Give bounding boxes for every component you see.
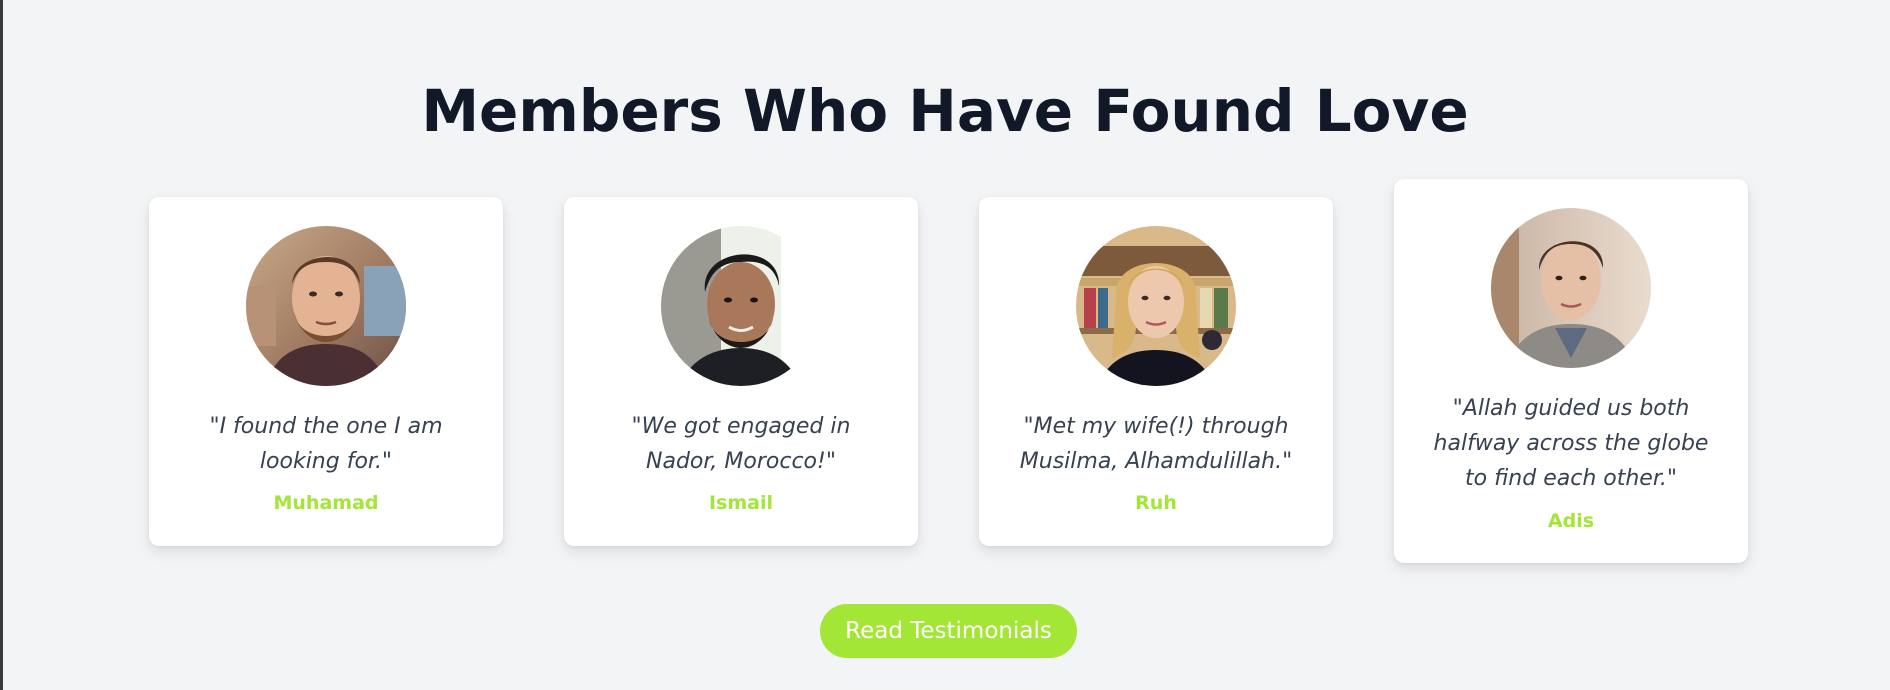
testimonial-author: Ruh [1135, 492, 1177, 514]
testimonial-card: "Allah guided us both halfway across the… [1394, 179, 1748, 563]
avatar [1076, 226, 1236, 386]
read-testimonials-button[interactable]: Read Testimonials [820, 604, 1077, 658]
testimonial-author: Ismail [708, 492, 774, 514]
testimonial-quote: "I found the one I am looking for." [209, 414, 443, 474]
section-title: Members Who Have Found Love [421, 77, 1469, 145]
testimonial-quote: "Allah guided us both halfway across the… [1433, 396, 1709, 491]
testimonial-author: Muhamad [273, 492, 379, 514]
avatar [1491, 208, 1651, 368]
testimonial-author: Adis [1547, 510, 1595, 532]
testimonials-section: Members Who Have Found Love "I found the… [0, 0, 1890, 690]
avatar [246, 226, 406, 386]
testimonial-quote: "Met my wife(!) through Musilma, Alhamdu… [1019, 414, 1293, 474]
testimonial-card: "Met my wife(!) through Musilma, Alhamdu… [979, 197, 1333, 546]
testimonial-quote: "We got engaged in Nador, Morocco!" [631, 414, 851, 474]
testimonial-card: "I found the one I am looking for." Muha… [149, 197, 503, 546]
testimonial-card: "We got engaged in Nador, Morocco!" Isma… [564, 197, 918, 546]
avatar [661, 226, 821, 386]
